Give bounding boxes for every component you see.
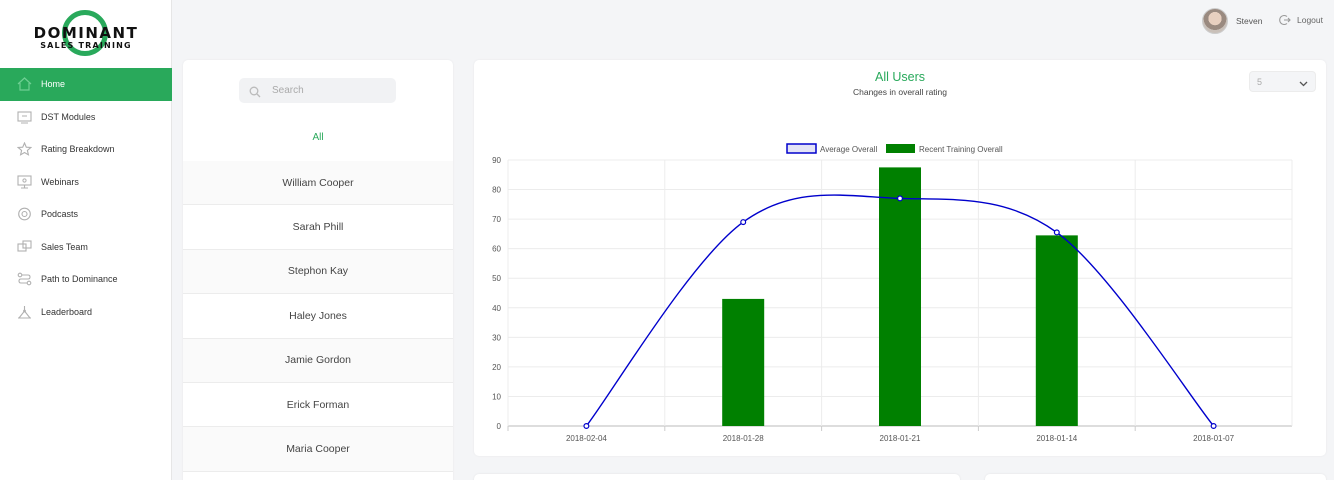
sidebar-item-label: Home [41, 79, 66, 90]
sidebar-item-leaderboard[interactable]: Leaderboard [0, 296, 172, 329]
count-select[interactable]: 5 [1249, 71, 1316, 92]
podcast-icon [16, 206, 32, 222]
sidebar-item-webinars[interactable]: Webinars [0, 166, 172, 199]
sidebar-nav: Home DST Modules Rating Breakdown Webina… [0, 68, 172, 328]
x-tick-label: 2018-01-28 [723, 434, 764, 443]
logout-label: Logout [1297, 15, 1323, 25]
chart-title: All Users [874, 70, 925, 84]
line-point [1210, 423, 1217, 430]
x-tick-label: 2018-01-21 [880, 434, 921, 443]
sidebar-item-label: Path to Dominance [41, 274, 118, 285]
logout-button[interactable]: Logout [1279, 14, 1323, 26]
list-item[interactable]: Jamie Gordon [183, 338, 453, 383]
logo-title: DOMINANT [33, 24, 139, 42]
y-tick-label: 20 [492, 363, 501, 372]
y-tick-label: 0 [497, 422, 502, 431]
webinar-icon [16, 174, 32, 190]
all-users-link[interactable]: All [183, 132, 453, 143]
bottom-card [985, 474, 1326, 480]
search-box[interactable] [239, 78, 396, 103]
user-menu[interactable]: Steven [1202, 8, 1262, 34]
chevron-down-icon [1299, 79, 1308, 86]
sidebar-item-home[interactable]: Home [0, 68, 172, 101]
sidebar-item-label: Podcasts [41, 209, 79, 220]
list-item[interactable]: Erick Forman [183, 382, 453, 428]
search-input[interactable] [272, 85, 392, 96]
user-list: William Cooper Sarah Phill Stephon Kay H… [183, 161, 453, 472]
sidebar-item-label: Rating Breakdown [41, 144, 115, 155]
team-icon [16, 239, 32, 255]
bottom-card [474, 474, 960, 480]
x-tick-label: 2018-01-07 [1193, 434, 1234, 443]
logo[interactable]: DOMINANT SALES TRAINING [28, 10, 144, 60]
list-item[interactable]: Maria Cooper [183, 427, 453, 472]
list-item[interactable]: Stephon Kay [183, 249, 453, 295]
path-icon [16, 271, 32, 287]
sidebar-item-rating-breakdown[interactable]: Rating Breakdown [0, 133, 172, 166]
x-tick-label: 2018-01-14 [1036, 434, 1077, 443]
y-tick-label: 40 [492, 304, 501, 313]
legend-label: Recent Training Overall [919, 145, 1003, 154]
logo-subtitle: SALES TRAINING [40, 41, 132, 50]
y-tick-label: 80 [492, 186, 501, 195]
list-item[interactable]: Haley Jones [183, 294, 453, 339]
list-item[interactable]: Sarah Phill [183, 205, 453, 250]
logout-icon [1279, 14, 1291, 26]
sidebar-item-sales-team[interactable]: Sales Team [0, 231, 172, 264]
legend-swatch [786, 143, 817, 154]
avatar[interactable] [1202, 8, 1228, 34]
sidebar-item-dst-modules[interactable]: DST Modules [0, 101, 172, 134]
sidebar-item-label: Webinars [41, 176, 79, 187]
sidebar-item-podcasts[interactable]: Podcasts [0, 198, 172, 231]
chart-subtitle: Changes in overall rating [852, 87, 948, 97]
sidebar-item-label: DST Modules [41, 111, 96, 122]
bar [1035, 235, 1078, 426]
bar [722, 298, 765, 426]
username: Steven [1236, 16, 1263, 26]
chart-panel: 0 10 20 30 40 50 60 70 80 90 2018-02-04 2018-01-28 2… [474, 60, 1326, 456]
legend-swatch [886, 144, 915, 153]
legend-label: Average Overall [820, 145, 877, 154]
star-icon [16, 141, 32, 157]
line-point [1053, 229, 1060, 236]
sidebar-item-path-to-dominance[interactable]: Path to Dominance [0, 263, 172, 296]
home-icon [16, 76, 32, 92]
search-icon [249, 85, 261, 97]
leaderboard-icon [16, 304, 32, 320]
y-tick-label: 30 [492, 333, 501, 342]
y-tick-label: 90 [492, 156, 501, 165]
users-panel: All William Cooper Sarah Phill Stephon K… [183, 60, 453, 480]
list-item[interactable]: William Cooper [183, 161, 453, 206]
y-tick-label: 60 [492, 245, 501, 254]
y-tick-label: 10 [492, 392, 501, 401]
y-tick-label: 50 [492, 274, 501, 283]
bar [879, 167, 921, 426]
line-point [897, 195, 904, 202]
y-tick-label: 70 [492, 215, 501, 224]
count-select-value: 5 [1257, 76, 1263, 87]
modules-icon [16, 109, 32, 125]
sidebar: DOMINANT SALES TRAINING Home DST Modules… [0, 0, 172, 480]
line-point [740, 219, 747, 226]
sidebar-item-label: Leaderboard [41, 306, 93, 317]
sidebar-item-label: Sales Team [41, 241, 88, 252]
chart: 0 10 20 30 40 50 60 70 80 90 2018-02-04 2018-01-28 2… [492, 143, 1293, 443]
x-tick-label: 2018-02-04 [566, 434, 607, 443]
line-point [583, 423, 590, 430]
